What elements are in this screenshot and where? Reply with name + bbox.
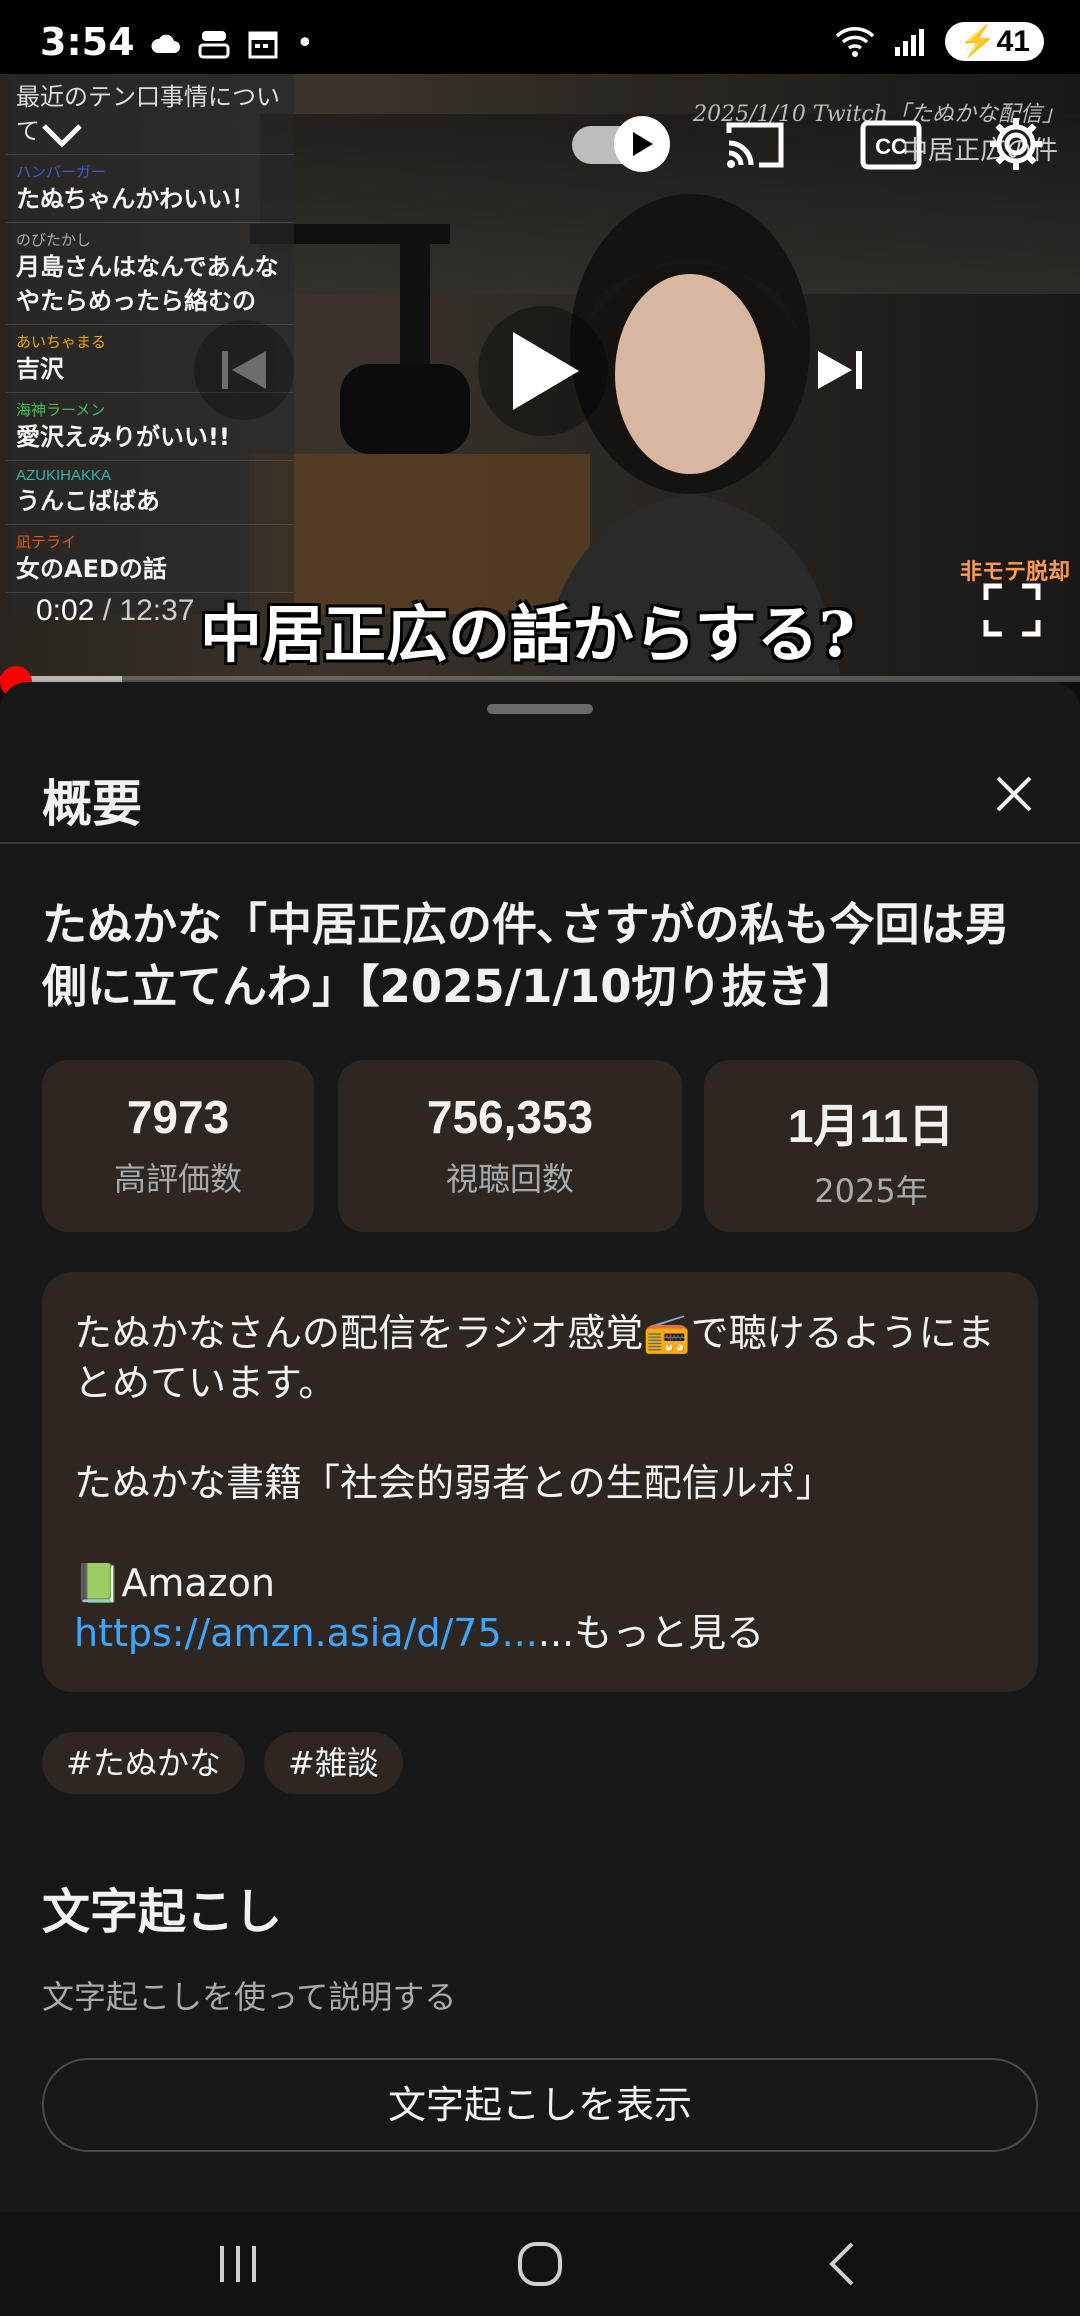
chat-text: 女のAEDの話 bbox=[16, 555, 167, 583]
video-player[interactable]: 最近のテン口事情について ハンバーガー たぬちゃんかわいい！ のびたかし 月島さ… bbox=[0, 74, 1080, 680]
minimize-button[interactable] bbox=[30, 104, 94, 168]
show-more-button[interactable]: ...もっと見る bbox=[538, 1611, 764, 1655]
cast-icon bbox=[726, 122, 784, 168]
recent-apps-button[interactable] bbox=[208, 2234, 268, 2294]
chat-message: のびたかし 月島さんはなんであんなやたらめったら絡むの bbox=[6, 223, 294, 325]
status-time: 3:54 bbox=[40, 20, 135, 64]
chat-user: 凪テライ bbox=[16, 534, 77, 551]
description-panel: 概要 たぬかな「中居正広の件､さすがの私も今回は男側に立てんわ」【2025/1/… bbox=[0, 682, 1080, 2212]
close-button[interactable] bbox=[978, 758, 1050, 830]
radio-icon: 📻 bbox=[643, 1311, 691, 1355]
notification-dot: • bbox=[296, 26, 314, 61]
video-caption-overlay: 中居正広の話からする? bbox=[200, 598, 856, 671]
chevron-down-icon bbox=[42, 124, 82, 148]
date-stat: 1月11日 2025年 bbox=[704, 1060, 1038, 1232]
autoplay-knob bbox=[614, 116, 670, 172]
time-separator: / bbox=[94, 594, 120, 627]
hashtag-tanukana[interactable]: #たぬかな bbox=[42, 1732, 245, 1794]
description-line2: たぬかな書籍「社会的弱者との生配信ルポ」 bbox=[74, 1461, 834, 1505]
panel-header: 概要 bbox=[0, 742, 1080, 844]
amazon-label: Amazon bbox=[121, 1561, 275, 1605]
chat-message: 凪テライ 女のAEDの話 bbox=[6, 525, 294, 593]
notification-icons: • bbox=[150, 26, 314, 61]
fullscreen-icon bbox=[983, 583, 1041, 637]
svg-text:CC: CC bbox=[875, 134, 907, 159]
recent-apps-icon bbox=[220, 2246, 256, 2282]
upload-year: 2025年 bbox=[814, 1172, 928, 1210]
current-time: 0:02 bbox=[36, 594, 95, 627]
calendar-icon bbox=[248, 31, 278, 58]
previous-button bbox=[194, 320, 294, 420]
settings-button[interactable] bbox=[980, 108, 1052, 180]
captions-button[interactable]: CC bbox=[856, 110, 926, 180]
autoplay-toggle[interactable] bbox=[572, 112, 672, 178]
chat-message: AZUKIHAKKA うんこばばあ bbox=[6, 461, 294, 525]
chat-text: 月島さんはなんであんなやたらめったら絡むの bbox=[16, 253, 279, 315]
next-button[interactable] bbox=[790, 320, 890, 420]
signal-icon bbox=[895, 28, 925, 56]
views-count: 756,353 bbox=[426, 1091, 594, 1143]
chat-text: たぬちゃんかわいい！ bbox=[16, 185, 256, 213]
play-icon bbox=[633, 132, 653, 156]
description-box[interactable]: たぬかなさんの配信をラジオ感覚📻で聴けるようにまとめています。 たぬかな書籍「社… bbox=[42, 1272, 1038, 1692]
home-icon bbox=[518, 2242, 562, 2286]
duration: 12:37 bbox=[119, 594, 195, 627]
chat-text: 愛沢えみりがいい!! bbox=[16, 423, 230, 451]
description-amazon: 📗Amazon bbox=[74, 1558, 1006, 1608]
likes-label: 高評価数 bbox=[113, 1160, 242, 1198]
transcript-section-subtitle: 文字起こしを使って説明する bbox=[42, 1978, 457, 2016]
amazon-link[interactable]: https://amzn.asia/d/75... bbox=[74, 1611, 538, 1655]
closed-captions-icon: CC bbox=[860, 120, 922, 170]
panel-title: 概要 bbox=[42, 775, 142, 833]
description-text: たぬかなさんの配信をラジオ感覚 bbox=[74, 1311, 644, 1355]
status-right: ⚡41 bbox=[835, 22, 1044, 61]
chat-text: うんこばばあ bbox=[16, 487, 160, 515]
battery-level: 41 bbox=[996, 25, 1030, 58]
skip-next-icon bbox=[818, 351, 862, 389]
show-transcript-button[interactable]: 文字起こしを表示 bbox=[42, 2058, 1038, 2152]
likes-count: 7973 bbox=[126, 1091, 230, 1143]
drag-handle[interactable] bbox=[487, 704, 593, 714]
wifi-icon bbox=[836, 26, 875, 57]
chat-user: のびたかし bbox=[16, 232, 92, 249]
description-link-row: https://amzn.asia/d/75......もっと見る bbox=[74, 1608, 1006, 1658]
back-button[interactable] bbox=[812, 2234, 872, 2294]
cast-button[interactable] bbox=[720, 110, 790, 180]
system-nav-bar bbox=[0, 2212, 1080, 2316]
chat-user: AZUKIHAKKA bbox=[16, 467, 112, 484]
hashtag-zatsudan[interactable]: #雑談 bbox=[264, 1732, 403, 1794]
views-label: 視聴回数 bbox=[445, 1160, 574, 1198]
back-icon bbox=[829, 2242, 854, 2286]
close-icon bbox=[996, 776, 1032, 812]
views-stat: 756,353 視聴回数 bbox=[338, 1060, 682, 1232]
battery-indicator: ⚡41 bbox=[945, 22, 1044, 61]
likes-stat: 7973 高評価数 bbox=[42, 1060, 314, 1232]
description-line1: たぬかなさんの配信をラジオ感覚📻で聴けるようにまとめています。 bbox=[74, 1308, 1006, 1408]
book-icon: 📗 bbox=[74, 1561, 122, 1605]
gear-icon bbox=[990, 118, 1042, 170]
home-button[interactable] bbox=[510, 2234, 570, 2294]
play-icon bbox=[513, 332, 579, 410]
video-timestamp: 0:02 / 12:37 bbox=[36, 594, 194, 628]
game-icon bbox=[198, 30, 230, 58]
play-button[interactable] bbox=[478, 306, 608, 436]
transcript-section-title: 文字起こし bbox=[42, 1884, 283, 1940]
cloud-icon bbox=[151, 34, 180, 53]
video-title: たぬかな「中居正広の件､さすがの私も今回は男側に立てんわ」【2025/1/10切… bbox=[42, 898, 1010, 1013]
upload-date: 1月11日 bbox=[787, 1100, 955, 1152]
fullscreen-button[interactable] bbox=[974, 572, 1050, 648]
skip-previous-icon bbox=[222, 351, 266, 389]
